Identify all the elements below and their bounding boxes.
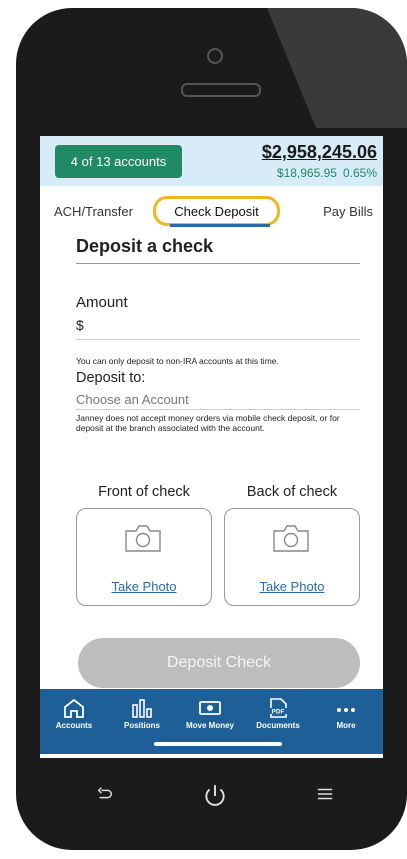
nav-documents[interactable]: PDF Documents <box>244 697 312 730</box>
deposit-to-label: Deposit to: <box>76 370 146 386</box>
active-tab-indicator <box>170 224 270 227</box>
nav-accounts[interactable]: Accounts <box>40 697 108 730</box>
nav-label: More <box>336 721 356 730</box>
nav-more[interactable]: More <box>312 697 380 730</box>
home-icon <box>64 698 84 718</box>
nav-positions[interactable]: Positions <box>108 697 176 730</box>
camera-icon <box>125 525 161 552</box>
deposit-check-button[interactable]: Deposit Check <box>78 638 360 688</box>
daily-change: $18,965.95 0.65% <box>271 166 377 180</box>
change-amount: $18,965.95 <box>276 166 337 180</box>
page-title: Deposit a check <box>76 236 360 264</box>
money-order-notice: Janney does not accept money orders via … <box>76 413 340 434</box>
take-photo-front-link[interactable]: Take Photo <box>77 579 211 594</box>
back-icon[interactable] <box>96 783 114 809</box>
account-selector-button[interactable]: 4 of 13 accounts <box>55 145 182 178</box>
tab-check-deposit[interactable]: Check Deposit <box>153 196 280 226</box>
move-money-tabs: ACH/Transfer Check Deposit Pay Bills <box>40 194 383 234</box>
nav-label: Positions <box>123 721 160 730</box>
tab-pay-bills[interactable]: Pay Bills <box>323 204 373 219</box>
bar-chart-icon <box>132 699 152 718</box>
pdf-icon: PDF <box>269 698 287 718</box>
phone-frame: 4 of 13 accounts $2,958,245.06 $18,965.9… <box>16 8 407 850</box>
front-photo-box[interactable]: Take Photo <box>76 508 212 606</box>
deposit-form: Deposit a check Amount $ You can only de… <box>76 236 360 433</box>
front-check-label: Front of check <box>98 484 190 500</box>
tab-ach-transfer[interactable]: ACH/Transfer <box>54 204 133 219</box>
home-indicator[interactable] <box>154 742 282 746</box>
camera-icon <box>273 525 309 552</box>
app-screen: 4 of 13 accounts $2,958,245.06 $18,965.9… <box>40 136 383 758</box>
take-photo-back-link[interactable]: Take Photo <box>225 579 359 594</box>
account-summary-header: 4 of 13 accounts $2,958,245.06 $18,965.9… <box>40 136 383 186</box>
android-nav-bar <box>76 783 356 823</box>
nav-label: Accounts <box>55 721 93 730</box>
back-photo-box[interactable]: Take Photo <box>224 508 360 606</box>
earpiece-speaker <box>181 83 261 97</box>
menu-icon[interactable] <box>316 783 334 809</box>
power-icon[interactable] <box>202 783 228 815</box>
amount-label: Amount <box>76 294 128 311</box>
change-percent: 0.65% <box>342 166 377 180</box>
more-icon <box>337 708 355 712</box>
nav-label: Move Money <box>185 721 234 730</box>
back-check-label: Back of check <box>246 484 338 500</box>
front-camera <box>207 48 223 64</box>
back-check-column: Back of check Take Photo <box>224 484 360 606</box>
screen-glare <box>267 8 407 128</box>
svg-text:PDF: PDF <box>272 709 285 716</box>
nav-label: Documents <box>256 721 300 730</box>
nav-move-money[interactable]: Move Money <box>176 697 244 730</box>
amount-field[interactable]: $ <box>76 317 360 340</box>
non-ira-note: You can only deposit to non-IRA accounts… <box>76 356 279 366</box>
account-select[interactable]: Choose an Account <box>76 392 360 410</box>
front-check-column: Front of check Take Photo <box>76 484 212 606</box>
total-value-link[interactable]: $2,958,245.06 <box>262 142 377 163</box>
money-icon <box>199 701 221 715</box>
